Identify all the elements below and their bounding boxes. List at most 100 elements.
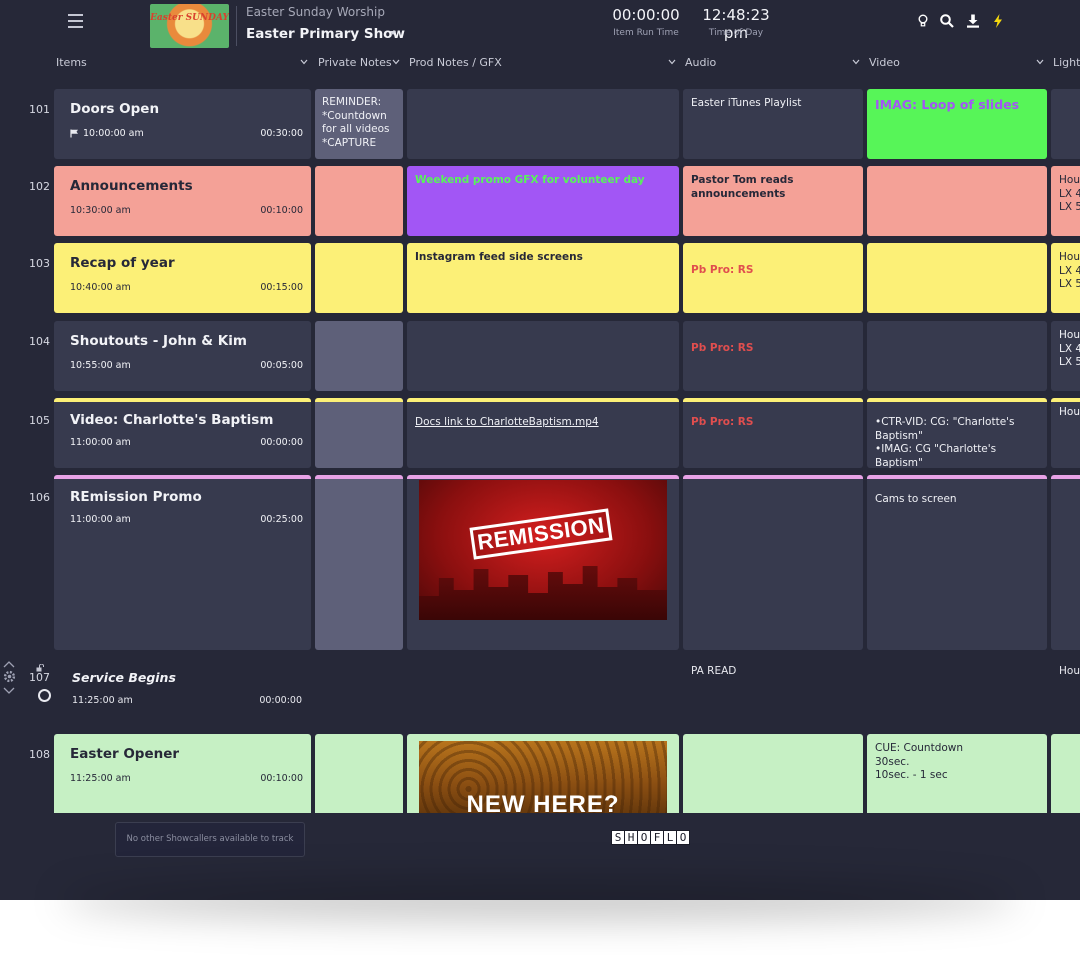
bolt-icon[interactable] — [990, 13, 1006, 29]
column-header-prod-notes[interactable]: Prod Notes / GFX — [409, 56, 502, 69]
item-title[interactable]: Service Begins — [72, 670, 176, 685]
private-note-cell[interactable] — [315, 321, 403, 391]
lighting-note-text: Hous — [1059, 406, 1080, 418]
video-note-text: Cams to screen — [875, 493, 957, 505]
column-header-private-notes[interactable]: Private Notes — [318, 56, 392, 69]
video-cell[interactable]: Cams to screen — [867, 475, 1047, 650]
private-note-cell[interactable] — [315, 734, 403, 813]
item-run-time-label: Item Run Time — [613, 28, 679, 38]
row-number: 108 — [29, 748, 50, 761]
audio-cell[interactable]: Pb Pro: RS — [683, 321, 863, 391]
status-bar — [407, 398, 679, 402]
audio-note-text: Easter iTunes Playlist — [691, 97, 802, 109]
logo-letter: F — [650, 830, 664, 845]
thumbnail-title: REMISSION — [469, 508, 613, 560]
item-title: Announcements — [70, 178, 193, 194]
chevron-down-icon[interactable] — [300, 59, 308, 65]
thumbnail-title: NEW HERE? — [466, 791, 620, 813]
row-number: 102 — [29, 180, 50, 193]
row-number: 106 — [29, 491, 50, 504]
prod-note-link[interactable]: Docs link to CharlotteBaptism.mp4 — [415, 416, 671, 430]
column-header-items[interactable]: Items — [56, 56, 87, 69]
lighting-cell[interactable]: Hous LX 4 LX 5 — [1051, 166, 1080, 236]
item-cell[interactable]: Easter Opener 11:25:00 am 00:10:00 — [54, 734, 311, 813]
column-header-audio[interactable]: Audio — [685, 56, 716, 69]
item-start-time: 10:40:00 am — [70, 282, 131, 293]
lighting-cell[interactable] — [1051, 734, 1080, 813]
lightbulb-icon[interactable] — [915, 13, 931, 29]
lighting-note-text: Hou — [1059, 665, 1080, 677]
prod-note-cell[interactable]: Weekend promo GFX for volunteer day — [407, 166, 679, 236]
event-name: Easter Sunday Worship — [246, 5, 385, 19]
video-cell[interactable]: CUE: Countdown 30sec. 10sec. - 1 sec — [867, 734, 1047, 813]
column-header-lighting[interactable]: Lighting — [1053, 56, 1080, 69]
item-cell[interactable]: Doors Open 10:00:00 am 00:30:00 — [54, 89, 311, 159]
item-cell[interactable]: Shoutouts - John & Kim 10:55:00 am 00:05… — [54, 321, 311, 391]
prod-note-cell[interactable]: NEW HERE? — [407, 734, 679, 813]
chevron-down-icon[interactable] — [668, 59, 676, 65]
caret-down-icon[interactable] — [390, 31, 396, 35]
status-bar — [54, 398, 311, 402]
audio-cell[interactable]: Easter iTunes Playlist — [683, 89, 863, 159]
search-icon[interactable] — [939, 13, 955, 29]
private-note-text: REMINDER: *Countdown for all videos *CAP… — [322, 96, 390, 149]
audio-cell[interactable] — [683, 475, 863, 650]
lighting-cell[interactable]: Hous LX 4 LX 5 — [1051, 321, 1080, 391]
tracker-message: No other Showcallers available to track — [126, 834, 294, 844]
prod-note-cell[interactable] — [407, 89, 679, 159]
prod-note-cell[interactable] — [407, 321, 679, 391]
flag-icon — [70, 129, 78, 138]
column-header-video[interactable]: Video — [869, 56, 900, 69]
row-number: 105 — [29, 414, 50, 427]
logo-letter: L — [663, 830, 677, 845]
private-note-cell[interactable] — [315, 166, 403, 236]
status-bar — [1051, 475, 1080, 479]
chevron-up-icon[interactable] — [3, 660, 15, 668]
audio-cell[interactable]: Pb Pro: RS — [683, 398, 863, 468]
video-cell[interactable]: •CTR-VID: CG: "Charlotte's Baptism" •IMA… — [867, 398, 1047, 468]
item-start-time: 10:55:00 am — [70, 360, 131, 371]
private-note-cell[interactable] — [315, 398, 403, 468]
city-skyline-graphic — [419, 566, 667, 620]
status-bar — [407, 475, 679, 479]
lighting-cell[interactable] — [1051, 475, 1080, 650]
item-cell[interactable]: Announcements 10:30:00 am 00:10:00 — [54, 166, 311, 236]
gear-icon[interactable] — [3, 670, 16, 683]
chevron-down-icon[interactable] — [392, 59, 400, 65]
video-cell[interactable] — [867, 321, 1047, 391]
audio-cell[interactable]: Pastor Tom reads announcements — [683, 166, 863, 236]
chevron-down-icon[interactable] — [3, 687, 15, 695]
prod-note-cell[interactable]: Instagram feed side screens — [407, 243, 679, 313]
lighting-cell[interactable]: Hous LX 4 LX 5 — [1051, 243, 1080, 313]
remission-promo-thumbnail[interactable]: REMISSION — [419, 480, 667, 620]
prod-note-cell[interactable]: REMISSION — [407, 475, 679, 650]
audio-note-text: PA READ — [691, 665, 737, 677]
status-bar — [683, 398, 863, 402]
chevron-down-icon[interactable] — [1036, 59, 1044, 65]
status-bar — [867, 398, 1047, 402]
private-note-cell[interactable] — [315, 243, 403, 313]
new-here-thumbnail[interactable]: NEW HERE? — [419, 741, 667, 813]
item-cell[interactable]: Recap of year 10:40:00 am 00:15:00 — [54, 243, 311, 313]
download-icon[interactable] — [965, 13, 981, 29]
video-cell[interactable]: IMAG: Loop of slides — [867, 89, 1047, 159]
audio-cell[interactable] — [683, 734, 863, 813]
lighting-cell[interactable] — [1051, 89, 1080, 159]
video-note-text: IMAG: Loop of slides — [875, 97, 1020, 112]
video-cell[interactable] — [867, 166, 1047, 236]
private-note-cell[interactable]: REMINDER: *Countdown for all videos *CAP… — [315, 89, 403, 159]
chevron-down-icon[interactable] — [852, 59, 860, 65]
prod-note-cell[interactable]: Docs link to CharlotteBaptism.mp4 — [407, 398, 679, 468]
audio-cell[interactable]: Pb Pro: RS — [683, 243, 863, 313]
item-cell[interactable]: REmission Promo 11:00:00 am 00:25:00 — [54, 475, 311, 650]
private-note-cell[interactable] — [315, 475, 403, 650]
radio-circle-icon[interactable] — [38, 689, 51, 702]
lighting-cell[interactable]: Hous — [1051, 398, 1080, 468]
item-cell[interactable]: Video: Charlotte's Baptism 11:00:00 am 0… — [54, 398, 311, 468]
video-cell[interactable] — [867, 243, 1047, 313]
menu-icon[interactable] — [68, 14, 84, 30]
audio-note-text: Pb Pro: RS — [691, 264, 754, 276]
show-name-dropdown[interactable]: Easter Primary Show — [246, 26, 405, 42]
status-bar — [1051, 398, 1080, 402]
row-number: 104 — [29, 335, 50, 348]
